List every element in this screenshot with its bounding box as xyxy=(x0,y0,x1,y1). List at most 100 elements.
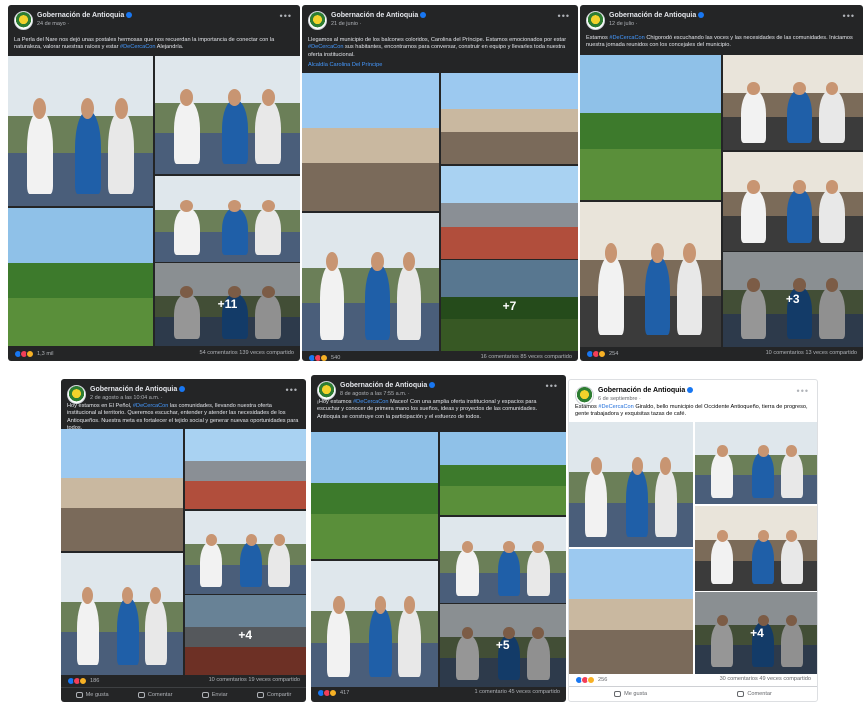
hashtag-link[interactable]: #DeCercaCon xyxy=(308,44,343,50)
photo-tile[interactable] xyxy=(302,213,439,351)
page-name[interactable]: Gobernación de Antioquia xyxy=(598,387,694,394)
comments-count[interactable]: 30 comentarios xyxy=(720,676,758,682)
comments-count[interactable]: 10 comentarios xyxy=(766,350,804,356)
like-button[interactable]: Me gusta xyxy=(614,690,647,697)
post-date-text[interactable]: 6 de septiembre · xyxy=(598,396,641,402)
photo-tile[interactable] xyxy=(722,152,863,251)
page-name[interactable]: Gobernación de Antioquia xyxy=(331,12,427,19)
page-avatar[interactable] xyxy=(308,11,327,30)
photo-tile[interactable] xyxy=(155,175,300,262)
reactions[interactable]: 1,3 mil xyxy=(14,350,53,358)
send-button[interactable]: Enviar xyxy=(201,691,228,698)
reaction-count[interactable]: 1,3 mil xyxy=(37,351,53,357)
photo-tile[interactable] xyxy=(695,422,817,505)
reactions[interactable]: 254 xyxy=(586,350,618,358)
comments-count[interactable]: 10 comentarios xyxy=(209,677,247,683)
share-button[interactable]: Compartir xyxy=(256,691,291,698)
mention-link[interactable]: Alcaldía Carolina Del Príncipe xyxy=(308,62,382,68)
page-name-text[interactable]: Gobernación de Antioquia xyxy=(609,12,696,19)
photo-tile[interactable] xyxy=(8,56,153,206)
photo-tile[interactable] xyxy=(61,429,183,551)
comments-count[interactable]: 54 comentarios xyxy=(199,350,237,356)
page-name[interactable]: Gobernación de Antioquia xyxy=(37,12,133,19)
photo-tile[interactable] xyxy=(569,549,693,674)
photo-tile[interactable]: +4 xyxy=(184,594,306,675)
photo-tile[interactable] xyxy=(311,432,438,559)
page-name-text[interactable]: Gobernación de Antioquia xyxy=(90,386,177,393)
page-avatar[interactable] xyxy=(575,386,594,405)
more-options-icon[interactable]: ••• xyxy=(843,11,855,21)
hashtag-link[interactable]: #DeCercaCon xyxy=(598,404,633,410)
reaction-count[interactable]: 540 xyxy=(331,355,340,361)
hashtag-link[interactable]: #DeCercaCon xyxy=(133,403,168,409)
more-photos-overlay[interactable]: +4 xyxy=(695,591,817,674)
more-photos-overlay[interactable]: +4 xyxy=(184,594,306,675)
more-options-icon[interactable]: ••• xyxy=(280,11,292,21)
more-photos-overlay[interactable]: +5 xyxy=(439,603,566,687)
page-name-text[interactable]: Gobernación de Antioquia xyxy=(37,12,124,19)
reactions[interactable]: 186 xyxy=(67,677,99,685)
photo-tile[interactable] xyxy=(569,422,693,547)
page-name-text[interactable]: Gobernación de Antioquia xyxy=(598,387,685,394)
comment-button[interactable]: Comentar xyxy=(737,690,772,697)
reactions[interactable]: 256 xyxy=(575,676,607,684)
reaction-count[interactable]: 256 xyxy=(598,677,607,683)
more-photos-overlay[interactable]: +3 xyxy=(722,251,863,347)
photo-tile[interactable] xyxy=(580,202,721,347)
photo-tile[interactable]: +7 xyxy=(441,260,578,351)
more-options-icon[interactable]: ••• xyxy=(546,381,558,391)
reaction-count[interactable]: 254 xyxy=(609,351,618,357)
reaction-count[interactable]: 417 xyxy=(340,690,349,696)
page-avatar[interactable] xyxy=(67,385,86,404)
more-options-icon[interactable]: ••• xyxy=(797,386,809,396)
photo-tile[interactable] xyxy=(439,432,566,516)
photo-tile[interactable] xyxy=(8,207,153,346)
like-button[interactable]: Me gusta xyxy=(75,691,109,698)
post-date[interactable]: 2 de agosto a las 10:04 a.m. · xyxy=(90,395,163,401)
post-date-text[interactable]: 21 de junio · xyxy=(331,21,361,27)
page-name[interactable]: Gobernación de Antioquia xyxy=(90,386,186,393)
photo-tile[interactable] xyxy=(441,73,578,164)
photo-tile[interactable] xyxy=(184,429,306,510)
post-date[interactable]: 8 de agosto a las 7:55 a.m. · xyxy=(340,391,410,397)
photo-tile[interactable] xyxy=(184,511,306,594)
photo-tile[interactable] xyxy=(302,73,439,211)
post-date[interactable]: 12 de julio · xyxy=(609,21,637,27)
reactions[interactable]: 417 xyxy=(317,689,349,697)
photo-tile[interactable] xyxy=(722,55,863,151)
post-date[interactable]: 24 de mayo · xyxy=(37,21,69,27)
page-name-text[interactable]: Gobernación de Antioquia xyxy=(340,382,427,389)
shares-count[interactable]: 19 veces compartido xyxy=(248,677,300,683)
photo-tile[interactable] xyxy=(580,55,721,200)
photo-tile[interactable]: +3 xyxy=(722,251,863,347)
reactions[interactable]: 540 xyxy=(308,354,340,361)
comment-button[interactable]: Comentar xyxy=(137,691,172,698)
photo-tile[interactable] xyxy=(311,560,438,687)
page-avatar[interactable] xyxy=(14,11,33,30)
page-name-text[interactable]: Gobernación de Antioquia xyxy=(331,12,418,19)
photo-tile[interactable]: +11 xyxy=(155,262,300,346)
photo-tile[interactable]: +5 xyxy=(439,603,566,687)
more-options-icon[interactable]: ••• xyxy=(558,11,570,21)
photo-tile[interactable] xyxy=(155,56,300,174)
photo-tile[interactable] xyxy=(695,506,817,591)
photo-tile[interactable]: +4 xyxy=(695,591,817,674)
post-date-text[interactable]: 12 de julio · xyxy=(609,21,637,27)
shares-count[interactable]: 49 veces compartido xyxy=(759,676,811,682)
photo-tile[interactable] xyxy=(61,553,183,675)
shares-count[interactable]: 13 veces compartido xyxy=(805,350,857,356)
comments-count[interactable]: 16 comentarios xyxy=(481,354,519,360)
post-date[interactable]: 21 de junio · xyxy=(331,21,361,27)
hashtag-link[interactable]: #DeCercaCon xyxy=(120,44,155,50)
post-date[interactable]: 6 de septiembre · xyxy=(598,396,641,402)
post-date-text[interactable]: 24 de mayo · xyxy=(37,21,69,27)
page-avatar[interactable] xyxy=(317,381,336,400)
reaction-count[interactable]: 186 xyxy=(90,678,99,684)
post-date-text[interactable]: 2 de agosto a las 10:04 a.m. · xyxy=(90,395,163,401)
hashtag-link[interactable]: #DeCercaCon xyxy=(609,35,644,41)
more-options-icon[interactable]: ••• xyxy=(286,385,298,395)
shares-count[interactable]: 139 veces compartido xyxy=(239,350,294,356)
hashtag-link[interactable]: #DeCercaCon xyxy=(353,399,388,405)
post-date-text[interactable]: 8 de agosto a las 7:55 a.m. · xyxy=(340,391,410,397)
page-name[interactable]: Gobernación de Antioquia xyxy=(609,12,705,19)
